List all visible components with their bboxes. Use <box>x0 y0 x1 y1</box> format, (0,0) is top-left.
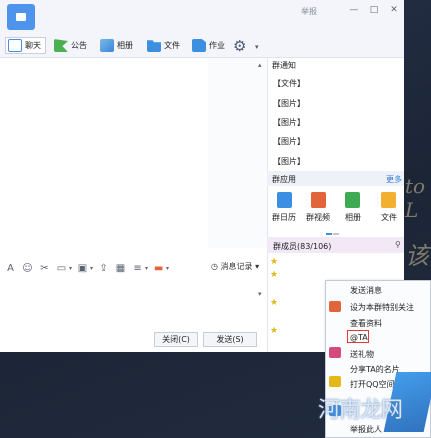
shake-icon[interactable]: ≡ <box>131 262 144 275</box>
group-toolbar: 聊天 公告 相册 文件 作业 <box>0 34 404 58</box>
menu-item-report[interactable]: 举报此人 <box>350 424 382 435</box>
tab-label: 作业 <box>209 41 225 50</box>
tab-album[interactable]: 相册 <box>98 37 133 54</box>
group-avatar[interactable] <box>7 4 35 30</box>
video-icon[interactable] <box>311 192 326 208</box>
search-icon[interactable]: ⚲ <box>395 240 401 249</box>
chat-icon <box>8 39 22 52</box>
notice-item[interactable]: 【图片】 <box>273 136 305 147</box>
chevron-up-icon[interactable]: ▴ <box>258 61 262 69</box>
upload-icon[interactable]: ⇪ <box>97 262 110 275</box>
close-button[interactable]: 关闭(C) <box>154 332 198 347</box>
menu-item-at-ta[interactable]: @TA <box>350 333 368 342</box>
apps-title: 群应用 <box>272 175 296 184</box>
menu-item-special-care[interactable]: 设为本群特别关注 <box>350 302 414 313</box>
app-label-calendar[interactable]: 群日历 <box>272 212 296 223</box>
maximize-icon[interactable]: □ <box>367 4 381 16</box>
chevron-down-icon[interactable]: ▾ <box>90 265 93 272</box>
watermark-text: 河南龙网 <box>318 398 403 423</box>
menu-item-view-profile[interactable]: 查看资料 <box>350 318 382 329</box>
folder-icon <box>147 40 161 52</box>
chevron-down-icon[interactable]: ▾ <box>69 265 72 272</box>
notice-title: 群通知 <box>272 61 296 70</box>
notice-item[interactable]: 【图片】 <box>273 156 305 167</box>
tab-label: 聊天 <box>25 41 41 50</box>
menu-item-open-qzone[interactable]: 打开QQ空间 <box>350 379 395 390</box>
clock-icon: ◷ <box>211 262 218 271</box>
special-care-icon <box>329 301 341 312</box>
minimize-icon[interactable]: — <box>347 4 361 16</box>
report-link[interactable]: 举报 <box>301 6 317 17</box>
tab-notice[interactable]: 公告 <box>52 37 87 54</box>
gift-icon <box>329 347 341 358</box>
chevron-down-icon[interactable]: ▾ <box>255 43 259 51</box>
gift-icon[interactable]: ▦ <box>114 262 127 275</box>
menu-item-share-card[interactable]: 分享TA的名片 <box>350 364 400 375</box>
photo-icon[interactable] <box>345 192 360 208</box>
red-packet-icon[interactable]: ▬ <box>152 262 165 275</box>
app-page-dots[interactable] <box>326 228 346 244</box>
close-icon[interactable]: ✕ <box>387 4 401 16</box>
members-title: 群成员(83/106) <box>273 242 332 251</box>
tab-label: 相册 <box>117 41 133 50</box>
member-star-icon: ★ <box>270 257 279 267</box>
emoji-icon[interactable]: ☺ <box>21 262 34 275</box>
tab-label: 文件 <box>164 41 180 50</box>
send-button[interactable]: 发送(S) <box>203 332 257 347</box>
font-icon[interactable]: A <box>4 262 17 275</box>
notice-item[interactable]: 【图片】 <box>273 98 305 109</box>
notice-item[interactable]: 【图片】 <box>273 117 305 128</box>
chevron-down-icon[interactable]: ▾ <box>145 265 148 272</box>
member-star-icon: ★ <box>270 298 279 308</box>
notice-item[interactable]: 【文件】 <box>273 78 305 89</box>
tab-homework[interactable]: 作业 <box>190 37 225 54</box>
album-icon <box>100 39 114 52</box>
app-label-album[interactable]: 相册 <box>345 212 361 223</box>
star-icon <box>329 376 341 387</box>
image-icon[interactable]: ▣ <box>76 262 89 275</box>
chevron-down-icon[interactable]: ▾ <box>258 290 262 298</box>
tab-chat[interactable]: 聊天 <box>5 37 46 54</box>
member-star-icon: ★ <box>270 326 279 336</box>
chat-history-area[interactable] <box>0 58 208 248</box>
tab-files[interactable]: 文件 <box>145 37 180 54</box>
app-label-files[interactable]: 文件 <box>381 212 397 223</box>
apps-more-link[interactable]: 更多 <box>386 174 402 185</box>
message-input[interactable] <box>0 281 267 329</box>
tab-label: 公告 <box>71 41 87 50</box>
chat-history-margin <box>208 58 267 248</box>
menu-item-send-message[interactable]: 发送消息 <box>350 285 382 296</box>
document-icon <box>192 39 206 52</box>
history-label: 消息记录 <box>220 262 253 271</box>
background-scrawl: 该 <box>405 242 429 270</box>
chevron-down-icon: ▾ <box>255 262 260 271</box>
flag-icon <box>54 39 68 52</box>
menu-item-send-gift[interactable]: 送礼物 <box>350 349 374 360</box>
member-star-icon: ★ <box>270 270 279 280</box>
app-label-video[interactable]: 群视频 <box>306 212 330 223</box>
scissors-icon[interactable]: ✂ <box>38 262 51 275</box>
message-history-button[interactable]: ◷ 消息记录 ▾ <box>211 261 259 272</box>
title-bar: 举报 — □ ✕ <box>0 0 404 34</box>
chevron-down-icon[interactable]: ▾ <box>166 265 169 272</box>
background-scrawl: to L <box>405 174 426 222</box>
calendar-icon[interactable] <box>277 192 292 208</box>
gear-icon[interactable]: ⚙ <box>233 39 246 54</box>
screenshot-icon[interactable]: ▭ <box>55 262 68 275</box>
file-icon[interactable] <box>381 192 396 208</box>
